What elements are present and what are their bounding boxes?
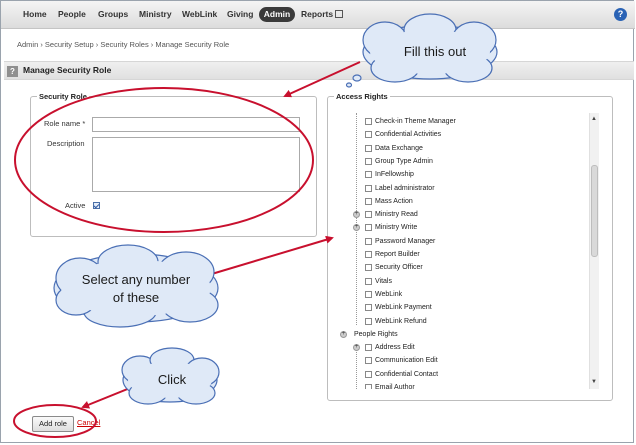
arrow-select — [204, 235, 334, 277]
highlight-ellipse-form — [14, 87, 314, 233]
arrow-fill — [283, 61, 361, 98]
callout-click-text: Click — [157, 372, 187, 387]
callout-select-text-line1: Select any number — [81, 272, 191, 287]
callout-fill-text: Fill this out — [403, 44, 467, 59]
highlight-ellipse-button — [13, 404, 97, 438]
annotation-overlay — [13, 13, 498, 438]
callout-select-text-line2: of these — [112, 290, 160, 305]
